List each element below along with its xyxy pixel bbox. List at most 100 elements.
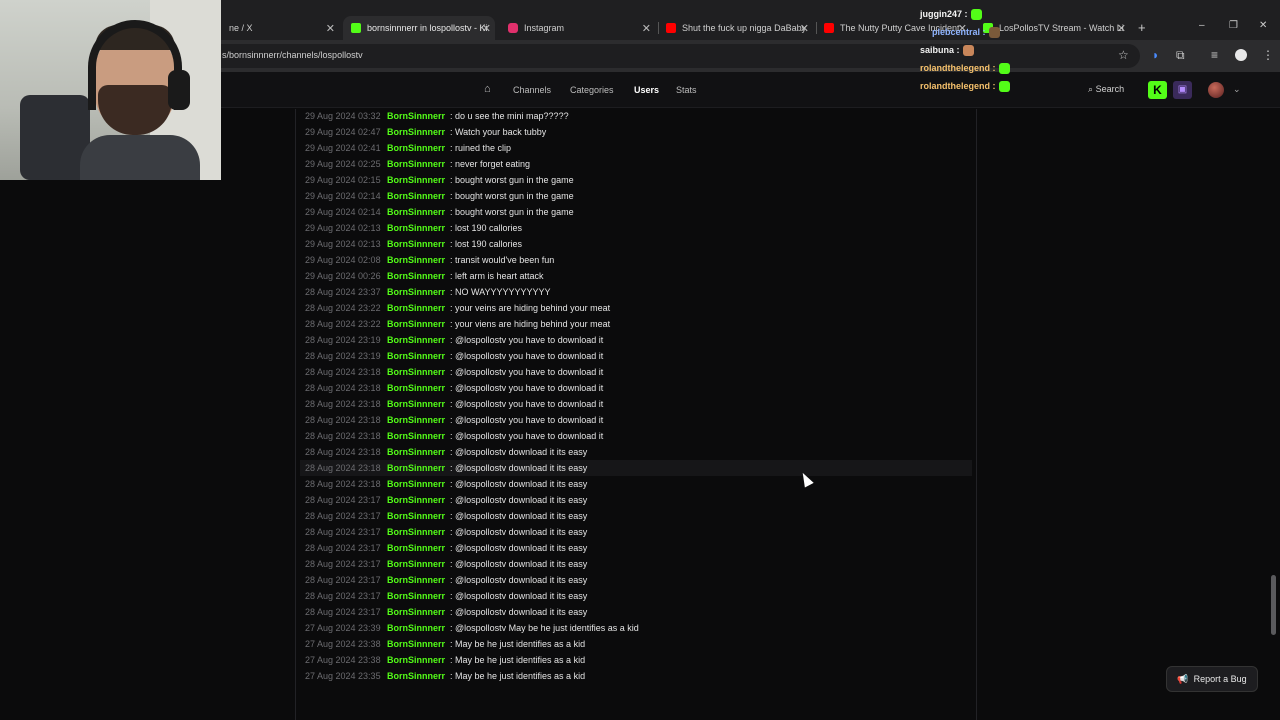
avatar[interactable]	[1208, 82, 1224, 98]
message-username[interactable]: BornSinnnerr	[387, 444, 445, 460]
message-row[interactable]: 28 Aug 2024 23:19 BornSinnnerr: @lospollo…	[300, 332, 972, 348]
browser-tab-kick-active[interactable]: bornsinnnerr in lospollostv - Ki ✕	[343, 16, 495, 40]
message-username[interactable]: BornSinnnerr	[387, 316, 445, 332]
message-username[interactable]: BornSinnnerr	[387, 540, 445, 556]
browser-tab-instagram[interactable]: Instagram ✕	[500, 16, 655, 40]
message-row[interactable]: 28 Aug 2024 23:17 BornSinnnerr: @lospollo…	[300, 508, 972, 524]
message-username[interactable]: BornSinnnerr	[387, 284, 445, 300]
media-controls-icon[interactable]: ≡	[1211, 48, 1218, 62]
nav-stats[interactable]: Stats	[676, 85, 697, 95]
message-row[interactable]: 28 Aug 2024 23:17 BornSinnnerr: @lospollo…	[300, 524, 972, 540]
twitch-login-button[interactable]: ▣	[1173, 81, 1192, 99]
message-row[interactable]: 28 Aug 2024 23:22 BornSinnnerr: your vein…	[300, 300, 972, 316]
message-username[interactable]: BornSinnnerr	[387, 620, 445, 636]
message-row[interactable]: 28 Aug 2024 23:17 BornSinnnerr: @lospollo…	[300, 556, 972, 572]
tab-close-icon[interactable]: ✕	[642, 22, 651, 35]
message-username[interactable]: BornSinnnerr	[387, 428, 445, 444]
tab-close-icon[interactable]: ✕	[482, 22, 491, 35]
home-icon[interactable]: ⌂	[484, 83, 491, 95]
message-row[interactable]: 29 Aug 2024 02:15 BornSinnnerr: bought wo…	[300, 172, 972, 188]
message-username[interactable]: BornSinnnerr	[387, 668, 445, 684]
message-row[interactable]: 28 Aug 2024 23:17 BornSinnnerr: @lospollo…	[300, 604, 972, 620]
message-username[interactable]: BornSinnnerr	[387, 252, 445, 268]
message-username[interactable]: BornSinnnerr	[387, 268, 445, 284]
message-row[interactable]: 28 Aug 2024 23:18 BornSinnnerr: @lospollo…	[300, 412, 972, 428]
extension-audio-icon[interactable]: ◗	[1152, 48, 1159, 62]
message-username[interactable]: BornSinnnerr	[387, 652, 445, 668]
browser-tab-youtube-1[interactable]: Shut the fuck up nigga DaBaby ✕	[658, 16, 813, 40]
message-row[interactable]: 28 Aug 2024 23:37 BornSinnnerr: NO WAYYYY…	[300, 284, 972, 300]
tab-close-icon[interactable]: ✕	[326, 22, 335, 35]
message-username[interactable]: BornSinnnerr	[387, 300, 445, 316]
message-row[interactable]: 28 Aug 2024 23:18 BornSinnnerr: @lospollo…	[300, 444, 972, 460]
message-row[interactable]: 29 Aug 2024 02:25 BornSinnnerr: never for…	[300, 156, 972, 172]
message-username[interactable]: BornSinnnerr	[387, 572, 445, 588]
nav-users[interactable]: Users	[634, 85, 659, 95]
message-row[interactable]: 28 Aug 2024 23:19 BornSinnnerr: @lospollo…	[300, 348, 972, 364]
tab-close-icon[interactable]: ✕	[800, 22, 809, 35]
search-button[interactable]: ⌕ Search	[1088, 84, 1124, 95]
message-username[interactable]: BornSinnnerr	[387, 588, 445, 604]
profile-avatar-icon[interactable]	[1235, 49, 1247, 61]
message-row[interactable]: 29 Aug 2024 02:47 BornSinnnerr: Watch you…	[300, 124, 972, 140]
nav-channels[interactable]: Channels	[513, 85, 551, 95]
maximize-button[interactable]: ❐	[1229, 20, 1238, 31]
message-row[interactable]: 28 Aug 2024 23:18 BornSinnnerr: @lospollo…	[300, 460, 972, 476]
tab-close-icon[interactable]: ✕	[1117, 22, 1126, 35]
message-username[interactable]: BornSinnnerr	[387, 460, 445, 476]
message-username[interactable]: BornSinnnerr	[387, 204, 445, 220]
message-username[interactable]: BornSinnnerr	[387, 156, 445, 172]
message-username[interactable]: BornSinnnerr	[387, 492, 445, 508]
message-username[interactable]: BornSinnnerr	[387, 412, 445, 428]
message-row[interactable]: 29 Aug 2024 02:13 BornSinnnerr: lost 190 …	[300, 236, 972, 252]
message-username[interactable]: BornSinnnerr	[387, 380, 445, 396]
message-username[interactable]: BornSinnnerr	[387, 524, 445, 540]
message-row[interactable]: 29 Aug 2024 00:26 BornSinnnerr: left arm …	[300, 268, 972, 284]
message-username[interactable]: BornSinnnerr	[387, 236, 445, 252]
message-username[interactable]: BornSinnnerr	[387, 364, 445, 380]
message-row[interactable]: 28 Aug 2024 23:18 BornSinnnerr: @lospollo…	[300, 380, 972, 396]
close-window-button[interactable]: ✕	[1259, 20, 1267, 31]
message-row[interactable]: 29 Aug 2024 02:41 BornSinnnerr: ruined th…	[300, 140, 972, 156]
browser-menu-icon[interactable]: ⋮	[1262, 48, 1274, 62]
nav-categories[interactable]: Categories	[570, 85, 614, 95]
message-username[interactable]: BornSinnnerr	[387, 476, 445, 492]
url-text[interactable]: s/bornsinnnerr/channels/lospollostv	[222, 50, 363, 60]
page-scrollbar[interactable]	[1271, 575, 1276, 635]
message-row[interactable]: 28 Aug 2024 23:22 BornSinnnerr: your vien…	[300, 316, 972, 332]
message-username[interactable]: BornSinnnerr	[387, 508, 445, 524]
message-username[interactable]: BornSinnnerr	[387, 220, 445, 236]
message-row[interactable]: 29 Aug 2024 02:13 BornSinnnerr: lost 190 …	[300, 220, 972, 236]
message-username[interactable]: BornSinnnerr	[387, 108, 445, 124]
chevron-down-icon[interactable]: ⌄	[1233, 84, 1241, 95]
kick-login-button[interactable]: K	[1148, 81, 1167, 99]
message-row[interactable]: 28 Aug 2024 23:18 BornSinnnerr: @lospollo…	[300, 428, 972, 444]
message-row[interactable]: 28 Aug 2024 23:18 BornSinnnerr: @lospollo…	[300, 364, 972, 380]
report-bug-button[interactable]: 📢 Report a Bug	[1166, 666, 1258, 692]
message-row[interactable]: 28 Aug 2024 23:18 BornSinnnerr: @lospollo…	[300, 396, 972, 412]
message-username[interactable]: BornSinnnerr	[387, 332, 445, 348]
message-row[interactable]: 28 Aug 2024 23:17 BornSinnnerr: @lospollo…	[300, 540, 972, 556]
browser-tab-x[interactable]: ne / X ✕	[221, 16, 339, 40]
message-row[interactable]: 27 Aug 2024 23:35 BornSinnnerr: May be he…	[300, 668, 972, 684]
message-row[interactable]: 29 Aug 2024 02:14 BornSinnnerr: bought wo…	[300, 204, 972, 220]
message-row[interactable]: 27 Aug 2024 23:38 BornSinnnerr: May be he…	[300, 652, 972, 668]
message-username[interactable]: BornSinnnerr	[387, 348, 445, 364]
message-row[interactable]: 29 Aug 2024 02:08 BornSinnnerr: transit w…	[300, 252, 972, 268]
bookmark-star-icon[interactable]: ☆	[1118, 48, 1129, 62]
minimize-button[interactable]: –	[1199, 20, 1205, 31]
message-row[interactable]: 28 Aug 2024 23:17 BornSinnnerr: @lospollo…	[300, 588, 972, 604]
message-row[interactable]: 27 Aug 2024 23:39 BornSinnnerr: @lospollo…	[300, 620, 972, 636]
new-tab-button[interactable]: +	[1138, 20, 1146, 35]
message-row[interactable]: 28 Aug 2024 23:17 BornSinnnerr: @lospollo…	[300, 492, 972, 508]
extensions-puzzle-icon[interactable]: ⧉	[1176, 48, 1185, 63]
message-username[interactable]: BornSinnnerr	[387, 140, 445, 156]
message-row[interactable]: 29 Aug 2024 02:14 BornSinnnerr: bought wo…	[300, 188, 972, 204]
message-username[interactable]: BornSinnnerr	[387, 124, 445, 140]
message-row[interactable]: 28 Aug 2024 23:17 BornSinnnerr: @lospollo…	[300, 572, 972, 588]
message-username[interactable]: BornSinnnerr	[387, 172, 445, 188]
message-username[interactable]: BornSinnnerr	[387, 188, 445, 204]
message-username[interactable]: BornSinnnerr	[387, 556, 445, 572]
message-row[interactable]: 27 Aug 2024 23:38 BornSinnnerr: May be he…	[300, 636, 972, 652]
message-row[interactable]: 29 Aug 2024 03:32 BornSinnnerr: do u see …	[300, 108, 972, 124]
